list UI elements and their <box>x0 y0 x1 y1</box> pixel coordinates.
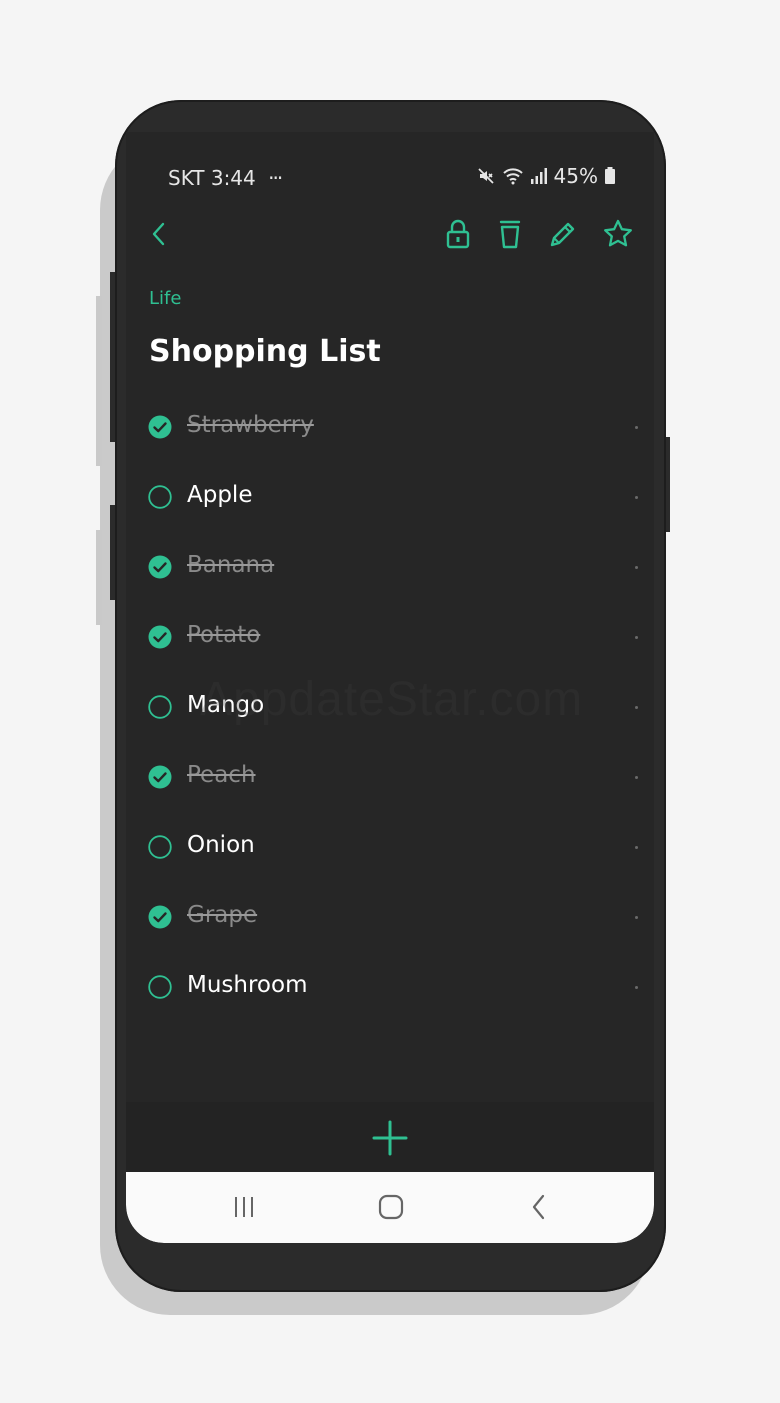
drag-handle[interactable] <box>635 496 638 499</box>
list-item-label[interactable]: Strawberry <box>187 412 314 438</box>
list-item[interactable]: Potato <box>126 602 654 672</box>
list-item[interactable]: Apple <box>126 462 654 532</box>
list-item-label[interactable]: Grape <box>187 902 257 928</box>
unchecked-circle-icon[interactable] <box>148 485 172 509</box>
list-item-label[interactable]: Apple <box>187 482 252 508</box>
lock-button[interactable] <box>441 214 475 254</box>
drag-handle[interactable] <box>635 776 638 779</box>
list-item[interactable]: Mushroom <box>126 952 654 1022</box>
status-left: SKT 3:44 ··· <box>168 166 283 190</box>
wifi-icon <box>502 168 523 185</box>
add-item-button[interactable] <box>372 1120 408 1156</box>
trash-icon <box>499 220 521 249</box>
list-item-label[interactable]: Onion <box>187 832 255 858</box>
system-nav-bar <box>126 1172 654 1243</box>
unchecked-circle-icon[interactable] <box>148 975 172 999</box>
recent-apps-button[interactable] <box>229 1192 259 1222</box>
volume-button <box>110 272 115 442</box>
list-item[interactable]: Strawberry <box>126 392 654 462</box>
home-button[interactable] <box>376 1192 406 1222</box>
checked-circle-icon[interactable] <box>148 905 172 929</box>
drag-handle[interactable] <box>635 566 638 569</box>
drag-handle[interactable] <box>635 916 638 919</box>
battery-icon <box>605 167 615 184</box>
status-bar: SKT 3:44 ··· 45% <box>126 162 654 196</box>
battery-percent: 45% <box>553 164 598 188</box>
note-toolbar <box>126 214 654 258</box>
side-button-left-2 <box>96 530 102 625</box>
drag-handle[interactable] <box>635 986 638 989</box>
drag-handle[interactable] <box>635 636 638 639</box>
list-item-label[interactable]: Mushroom <box>187 972 307 998</box>
favorite-button[interactable] <box>601 214 635 254</box>
list-item[interactable]: Grape <box>126 882 654 952</box>
carrier: SKT <box>168 166 205 190</box>
edit-button[interactable] <box>546 214 580 254</box>
star-icon <box>604 219 632 247</box>
more-notifications-icon: ··· <box>268 166 283 190</box>
bottom-action-bar <box>126 1102 654 1172</box>
unchecked-circle-icon[interactable] <box>148 835 172 859</box>
note-category[interactable]: Life <box>149 288 181 309</box>
checked-circle-icon[interactable] <box>148 625 172 649</box>
mute-icon <box>477 168 494 184</box>
list-item-label[interactable]: Potato <box>187 622 260 648</box>
checked-circle-icon[interactable] <box>148 415 172 439</box>
chevron-left-icon <box>532 1194 545 1220</box>
drag-handle[interactable] <box>635 846 638 849</box>
home-icon <box>378 1194 404 1220</box>
signal-icon <box>530 168 547 184</box>
checked-circle-icon[interactable] <box>148 555 172 579</box>
unchecked-circle-icon[interactable] <box>148 695 172 719</box>
lock-icon <box>446 219 470 249</box>
drag-handle[interactable] <box>635 706 638 709</box>
back-icon <box>152 222 165 246</box>
drag-handle[interactable] <box>635 426 638 429</box>
recent-apps-icon <box>235 1197 253 1217</box>
list-item[interactable]: Peach <box>126 742 654 812</box>
system-back-button[interactable] <box>524 1192 554 1222</box>
list-item-label[interactable]: Peach <box>187 762 256 788</box>
list-item[interactable]: Onion <box>126 812 654 882</box>
delete-button[interactable] <box>493 214 527 254</box>
back-button[interactable] <box>142 214 176 254</box>
note-title[interactable]: Shopping List <box>149 334 381 369</box>
pencil-icon <box>550 222 575 247</box>
list-item-label[interactable]: Banana <box>187 552 274 578</box>
clock: 3:44 <box>210 166 256 190</box>
side-button-left-1 <box>96 296 102 466</box>
watermark: AppdateStar.com <box>200 673 584 726</box>
checked-circle-icon[interactable] <box>148 765 172 789</box>
list-item[interactable]: Banana <box>126 532 654 602</box>
status-right: 45% <box>476 164 616 188</box>
bixby-button <box>110 505 115 600</box>
power-button <box>666 437 670 532</box>
